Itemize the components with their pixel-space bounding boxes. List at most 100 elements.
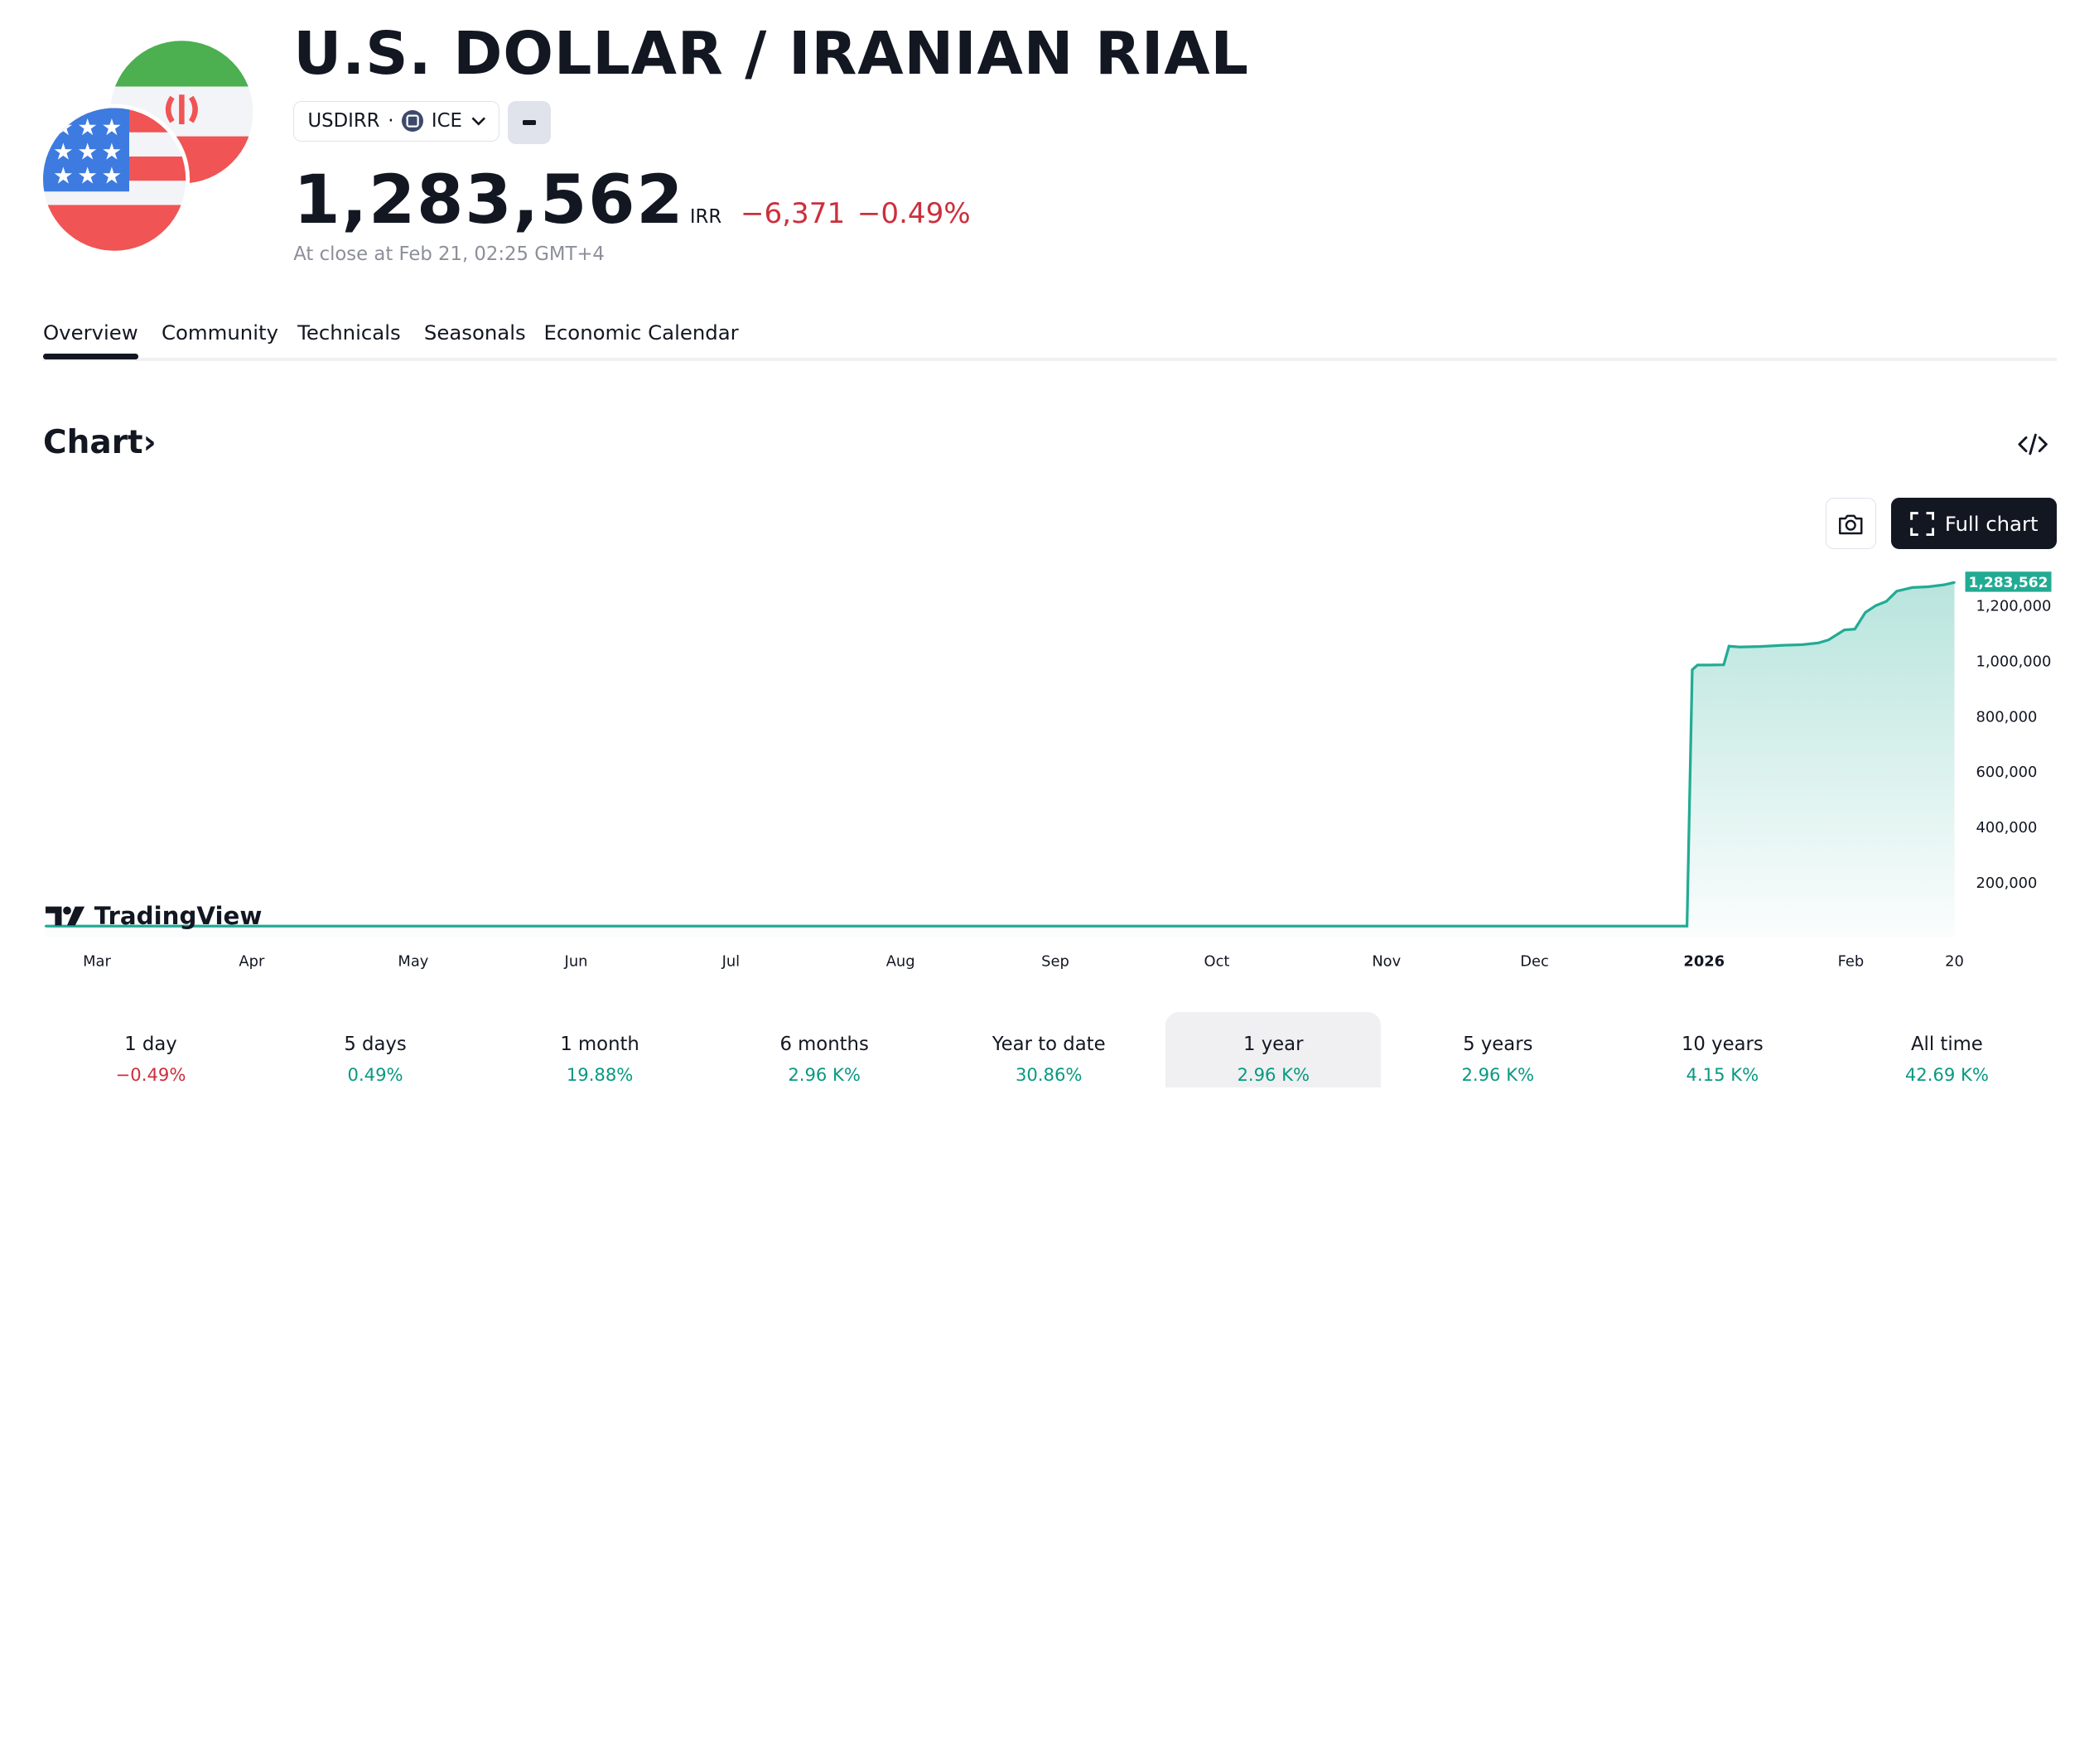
period-change: −0.49% (115, 1064, 186, 1086)
data-point (1853, 628, 1856, 631)
currency-flags: ★★★ ★★★ ★★★ (43, 40, 253, 253)
period-change: 30.86% (1015, 1064, 1083, 1086)
period-label: 1 month (560, 1034, 639, 1055)
period-change: 19.88% (566, 1064, 634, 1086)
svg-text:★: ★ (101, 161, 122, 189)
chevron-down-icon (471, 117, 485, 126)
data-point (1864, 611, 1867, 615)
price-row: 1,283,562 IRR −6,371 −0.49% (293, 161, 982, 239)
symbol-ticker: USDIRR (307, 110, 380, 133)
data-point (1895, 590, 1899, 593)
x-tick-label: 2026 (1683, 953, 1725, 971)
y-tick-label: 600,000 (1976, 764, 2038, 782)
period-10-years[interactable]: 10 years 4.15 K% (1614, 1012, 1830, 1087)
code-embed-icon[interactable] (2015, 428, 2050, 460)
y-tick-label: 800,000 (1976, 709, 2038, 726)
market-close-note: At close at Feb 21, 02:25 GMT+4 (293, 243, 605, 266)
data-point (1843, 629, 1846, 632)
data-point (1727, 645, 1730, 648)
x-tick-label: Feb (1838, 953, 1865, 971)
minus-icon (522, 119, 536, 126)
x-tick-label: Aug (886, 953, 915, 971)
data-point (1927, 586, 1930, 589)
x-tick-label: Jul (721, 953, 741, 971)
period-label: 1 day (124, 1034, 177, 1055)
period-5-days[interactable]: 5 days 0.49% (268, 1012, 483, 1087)
x-tick-label: Mar (83, 953, 111, 971)
y-tick-label: 400,000 (1976, 819, 2038, 836)
performance-periods: 1 day −0.49% 5 days 0.49% 1 month 19.88% 6 mon… (43, 1012, 2057, 1087)
tab-seasonals[interactable]: Seasonals (424, 321, 526, 345)
tab-overview[interactable]: Overview (43, 321, 138, 359)
last-value-label: 1,283,562 (1969, 575, 2048, 591)
period-change: 2.96 K% (1237, 1064, 1310, 1086)
period-label: 1 year (1243, 1034, 1304, 1055)
svg-text:★: ★ (101, 137, 122, 165)
period-5-years[interactable]: 5 years 2.96 K% (1390, 1012, 1605, 1087)
period-all-time[interactable]: All time 42.69 K% (1839, 1012, 2054, 1087)
tab-technicals[interactable]: Technicals (297, 321, 401, 345)
x-tick-label: Dec (1520, 953, 1549, 971)
price-change: −6,371 (740, 197, 846, 230)
period-label: 10 years (1681, 1034, 1764, 1055)
full-chart-label: Full chart (1944, 511, 2039, 536)
data-point (1875, 605, 1877, 607)
period-label: 5 years (1463, 1034, 1533, 1055)
snapshot-button[interactable] (1825, 498, 1877, 549)
period-change: 2.96 K% (788, 1064, 861, 1086)
symbol-separator: · (388, 110, 394, 133)
svg-text:★: ★ (77, 113, 98, 141)
period-change: 42.69 K% (1904, 1064, 1989, 1086)
period-year-to-date[interactable]: Year to date 30.86% (941, 1012, 1156, 1087)
x-tick-label: Nov (1372, 953, 1401, 971)
period-change: 4.15 K% (1686, 1064, 1759, 1086)
page-title: U.S. DOLLAR / IRANIAN RIAL (293, 18, 1249, 88)
data-point (1696, 664, 1699, 667)
data-point (1780, 644, 1783, 647)
area-fill (46, 582, 1955, 938)
svg-text:★: ★ (53, 161, 74, 189)
price-chart[interactable]: Mar Apr May Jun Jul Aug Sep Oct Nov Dec 2026 Feb 20 … (0, 558, 2065, 976)
period-change: 2.96 K% (1461, 1064, 1535, 1086)
x-tick-label: Oct (1204, 953, 1230, 971)
period-6-months[interactable]: 6 months 2.96 K% (717, 1012, 932, 1087)
camera-icon (1839, 514, 1863, 534)
y-tick-label: 200,000 (1976, 875, 2038, 892)
price-change-percent: −0.49% (856, 197, 971, 230)
data-point (1691, 668, 1694, 672)
full-chart-button[interactable]: Full chart (1891, 498, 2057, 549)
period-1-year[interactable]: 1 year 2.96 K% (1165, 1012, 1382, 1087)
exchange-icon (402, 110, 424, 133)
data-point (1911, 586, 1914, 590)
fullscreen-icon (1909, 511, 1934, 536)
data-point (1759, 645, 1762, 648)
x-tick-label: May (398, 953, 428, 971)
period-label: 5 days (344, 1034, 407, 1055)
last-price: 1,283,562 (293, 161, 685, 239)
collapse-button[interactable] (507, 100, 551, 144)
period-1-month[interactable]: 1 month 19.88% (492, 1012, 707, 1087)
data-point (1942, 584, 1946, 586)
x-tick-label: 20 (1945, 953, 1964, 971)
svg-text:★: ★ (101, 113, 122, 141)
period-1-day[interactable]: 1 day −0.49% (43, 1012, 258, 1087)
tradingview-logo-icon (46, 906, 85, 926)
period-label: 6 months (779, 1034, 869, 1055)
svg-text:★: ★ (77, 161, 98, 189)
data-point (1884, 600, 1888, 603)
chart-section-title[interactable]: Chart› (43, 424, 157, 461)
exchange-name: ICE (431, 110, 462, 133)
data-point (1817, 642, 1820, 644)
data-point (1801, 643, 1804, 646)
data-point (1722, 663, 1725, 667)
tab-economic-calendar[interactable]: Economic Calendar (544, 321, 739, 345)
svg-text:★: ★ (77, 137, 98, 165)
svg-text:★: ★ (53, 137, 74, 165)
tab-community[interactable]: Community (162, 321, 278, 345)
symbol-tabs: Overview Community Technicals Seasonals … (43, 321, 2057, 362)
y-tick-label: 1,000,000 (1976, 653, 2052, 671)
tradingview-logo-text: TradingView (94, 901, 263, 930)
y-tick-label: 1,200,000 (1976, 598, 2052, 615)
x-tick-label: Sep (1041, 953, 1069, 971)
symbol-selector[interactable]: USDIRR · ICE (293, 100, 499, 142)
